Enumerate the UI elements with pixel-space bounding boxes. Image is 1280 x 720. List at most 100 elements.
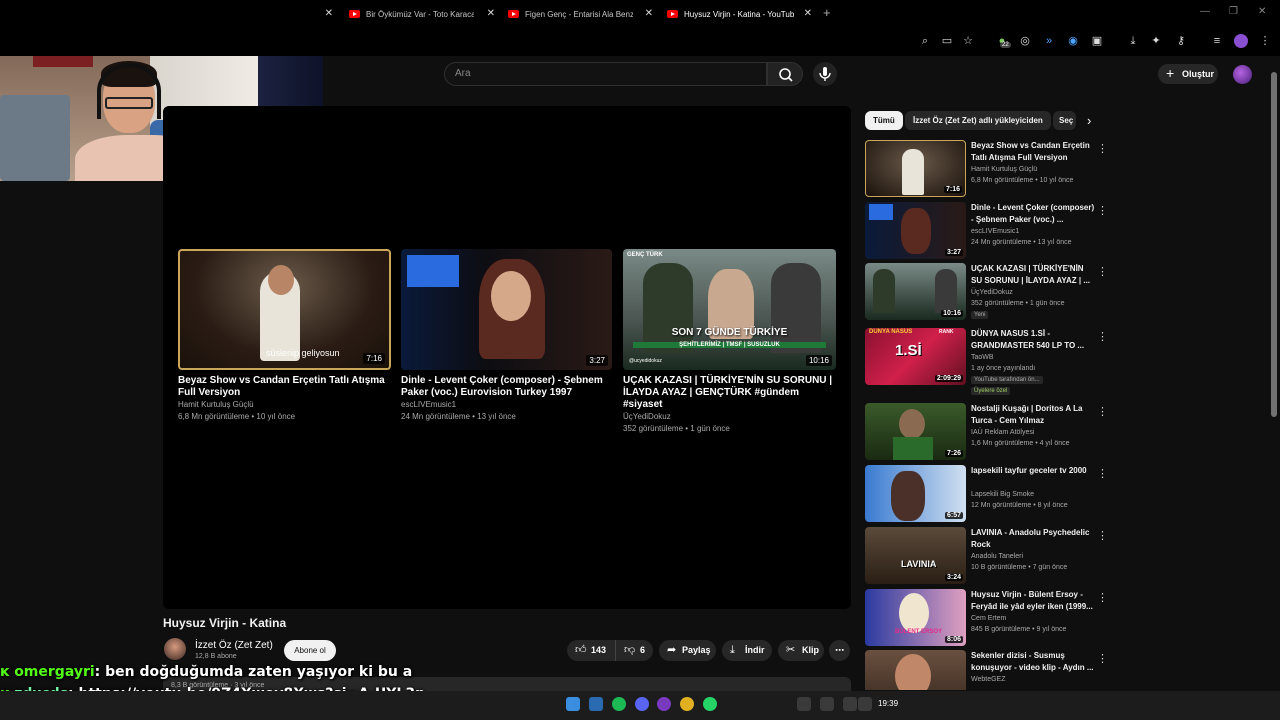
related-title[interactable]: Sekenler dizisi - Susmuş konuşuyor - vid… [971, 650, 1095, 674]
clip-button[interactable]: ✂ Klip [778, 640, 824, 661]
download-icon[interactable]: ⤓ [1126, 34, 1140, 48]
reading-list-icon[interactable]: ≡ [1210, 34, 1224, 48]
more-vert-icon[interactable]: ⋮ [1097, 142, 1108, 155]
related-video[interactable]: 7:16 Beyaz Show vs Candan Erçetin Tatlı … [865, 140, 1110, 198]
like-button[interactable]: 👍︎ 143 [567, 640, 615, 661]
tray-icon[interactable] [820, 697, 834, 711]
close-icon[interactable]: ✕ [804, 8, 812, 19]
network-icon[interactable] [843, 697, 857, 711]
extensions-puzzle-icon[interactable]: ▣ [1090, 34, 1104, 48]
related-thumbnail[interactable]: 6:57 [865, 465, 966, 522]
related-thumbnail[interactable]: 7:26 [865, 403, 966, 460]
related-title[interactable]: Huysuz Virjin - Bülent Ersoy - Feryâd il… [971, 589, 1095, 613]
minimize-icon[interactable]: — [1200, 6, 1210, 17]
related-title[interactable]: Nostalji Kuşağı | Doritos A La Turca - C… [971, 403, 1095, 427]
related-thumbnail[interactable]: 3:27 [865, 202, 966, 259]
tray-icon[interactable] [797, 697, 811, 711]
maximize-icon[interactable]: ❐ [1229, 6, 1238, 17]
whatsapp-icon[interactable] [703, 697, 717, 711]
related-title[interactable]: lapsekili tayfur geceler tv 2000 [971, 465, 1095, 477]
related-thumbnail[interactable]: DÜNYA NASUS RANK 1.Sİ 2:09:29 [865, 328, 966, 385]
channel-avatar[interactable] [164, 638, 186, 660]
window-close-icon[interactable]: ✕ [1258, 6, 1266, 17]
chip-all[interactable]: Tümü [865, 111, 903, 130]
extension-icon[interactable]: ✦ [1149, 34, 1163, 48]
profile-avatar-icon[interactable] [1234, 34, 1248, 48]
start-menu-icon[interactable] [566, 697, 580, 711]
extension-icon[interactable]: ◉ [1066, 34, 1080, 48]
extension-icon[interactable]: » [1042, 34, 1056, 48]
related-video[interactable]: LAVINIA 3:24 LAVINIA - Anadolu Psychedel… [865, 527, 1110, 585]
app-icon[interactable] [657, 697, 671, 711]
more-vert-icon[interactable]: ⋮ [1097, 204, 1108, 217]
tab-toto-karaca[interactable]: Bir Öykümüz Var - Toto Karaca ✕ [349, 0, 495, 28]
related-video[interactable]: BÜLENT ERSOY 8:06 Huysuz Virjin - Bülent… [865, 589, 1110, 647]
related-thumbnail[interactable] [865, 650, 966, 690]
subscribe-button[interactable]: Abone ol [284, 640, 336, 661]
endscreen-title[interactable]: UÇAK KAZASI | TÜRKİYE'NİN SU SORUNU | İL… [623, 375, 836, 411]
chip-partial[interactable]: Seç [1053, 111, 1076, 130]
close-icon[interactable]: ✕ [487, 8, 495, 19]
more-vert-icon[interactable]: ⋮ [1097, 265, 1108, 278]
endscreen-thumbnail[interactable]: 3:27 [401, 249, 612, 370]
new-tab-plus-icon[interactable]: + [823, 5, 831, 20]
chrome-icon[interactable] [680, 697, 694, 711]
password-key-icon[interactable]: ⚷ [1174, 34, 1188, 48]
related-thumbnail[interactable]: BÜLENT ERSOY 8:06 [865, 589, 966, 646]
create-button[interactable]: Oluştur [1158, 63, 1218, 84]
endscreen-title[interactable]: Dinle - Levent Çoker (composer) - Şebnem… [401, 375, 612, 399]
volume-icon[interactable] [858, 697, 872, 711]
search-input[interactable]: Ara [444, 62, 767, 86]
account-avatar[interactable] [1233, 65, 1252, 84]
related-video[interactable]: Sekenler dizisi - Susmuş konuşuyor - vid… [865, 650, 1110, 690]
search-button[interactable] [767, 62, 803, 86]
related-title[interactable]: Dinle - Levent Çoker (composer) - Şebnem… [971, 202, 1095, 226]
channel-name[interactable]: İzzet Öz (Zet Zet) [195, 640, 273, 651]
extension-icon[interactable]: ◎ [1018, 34, 1032, 48]
more-actions-button[interactable]: ⋯ [829, 640, 850, 661]
chevron-right-icon[interactable]: › [1087, 113, 1091, 128]
related-video[interactable]: 10:16 UÇAK KAZASI | TÜRKİYE'NİN SU SORUN… [865, 263, 1110, 321]
download-button[interactable]: ⤓ İndir [722, 640, 772, 661]
related-title[interactable]: DÜNYA NASUS 1.Sİ - GRANDMASTER 540 LP TO… [971, 328, 1095, 352]
dislike-button[interactable]: 👎︎ 6 [615, 640, 653, 661]
more-vert-icon[interactable]: ⋮ [1097, 330, 1108, 343]
endscreen-thumbnail[interactable]: GENÇ TÜRK SON 7 GÜNDE TÜRKİYE ŞEHİTLERİM… [623, 249, 836, 370]
endscreen-video-3[interactable]: GENÇ TÜRK SON 7 GÜNDE TÜRKİYE ŞEHİTLERİM… [623, 249, 836, 435]
related-title[interactable]: UÇAK KAZASI | TÜRKİYE'NİN SU SORUNU | İL… [971, 263, 1095, 287]
related-title[interactable]: Beyaz Show vs Candan Erçetin Tatlı Atışm… [971, 140, 1095, 164]
related-video[interactable]: 6:57 lapsekili tayfur geceler tv 2000 La… [865, 465, 1110, 523]
spotify-icon[interactable] [612, 697, 626, 711]
more-vert-icon[interactable]: ⋮ [1097, 652, 1108, 665]
related-thumbnail[interactable]: 10:16 [865, 263, 966, 320]
voice-search-button[interactable] [813, 62, 837, 86]
app-icon[interactable] [589, 697, 603, 711]
share-button[interactable]: ➦ Paylaş [659, 640, 716, 661]
related-title[interactable]: LAVINIA - Anadolu Psychedelic Rock [971, 527, 1095, 551]
taskbar-clock[interactable]: 19:39 [878, 699, 898, 708]
tab-close-partial[interactable]: ✕ [323, 0, 335, 28]
more-vert-icon[interactable]: ⋮ [1097, 405, 1108, 418]
zoom-icon[interactable]: ⌕ [918, 34, 932, 48]
tab-figen-genc[interactable]: Figen Genç - Entarisi Ala Benziyor ✕ [508, 0, 653, 28]
endscreen-title[interactable]: Beyaz Show vs Candan Erçetin Tatlı Atışm… [178, 375, 391, 399]
endscreen-video-2[interactable]: 3:27 Dinle - Levent Çoker (composer) - Ş… [401, 249, 612, 423]
related-video[interactable]: 3:27 Dinle - Levent Çoker (composer) - Ş… [865, 202, 1110, 260]
more-vert-icon[interactable]: ⋮ [1097, 529, 1108, 542]
bookmark-star-icon[interactable]: ☆ [961, 34, 975, 48]
related-video[interactable]: DÜNYA NASUS RANK 1.Sİ 2:09:29 DÜNYA NASU… [865, 328, 1110, 400]
page-scrollbar[interactable] [1270, 60, 1278, 690]
chip-from-uploader[interactable]: İzzet Öz (Zet Zet) adlı yükleyiciden [905, 111, 1051, 130]
tab-huysuz-virjin[interactable]: Huysuz Virjin - Katina - YouTube ✕ [667, 0, 812, 28]
endscreen-thumbnail[interactable]: süslenip geliyosun 7:16 [178, 249, 391, 370]
related-thumbnail[interactable]: LAVINIA 3:24 [865, 527, 966, 584]
discord-icon[interactable] [635, 697, 649, 711]
related-video[interactable]: 7:26 Nostalji Kuşağı | Doritos A La Turc… [865, 403, 1110, 461]
more-vert-icon[interactable]: ⋮ [1097, 591, 1108, 604]
menu-kebab-icon[interactable]: ⋮ [1258, 34, 1272, 48]
more-vert-icon[interactable]: ⋮ [1097, 467, 1108, 480]
cast-icon[interactable]: ▭ [940, 34, 954, 48]
related-thumbnail[interactable]: 7:16 [865, 140, 966, 197]
close-icon[interactable]: ✕ [645, 8, 653, 19]
endscreen-video-1[interactable]: süslenip geliyosun 7:16 Beyaz Show vs Ca… [178, 249, 391, 423]
